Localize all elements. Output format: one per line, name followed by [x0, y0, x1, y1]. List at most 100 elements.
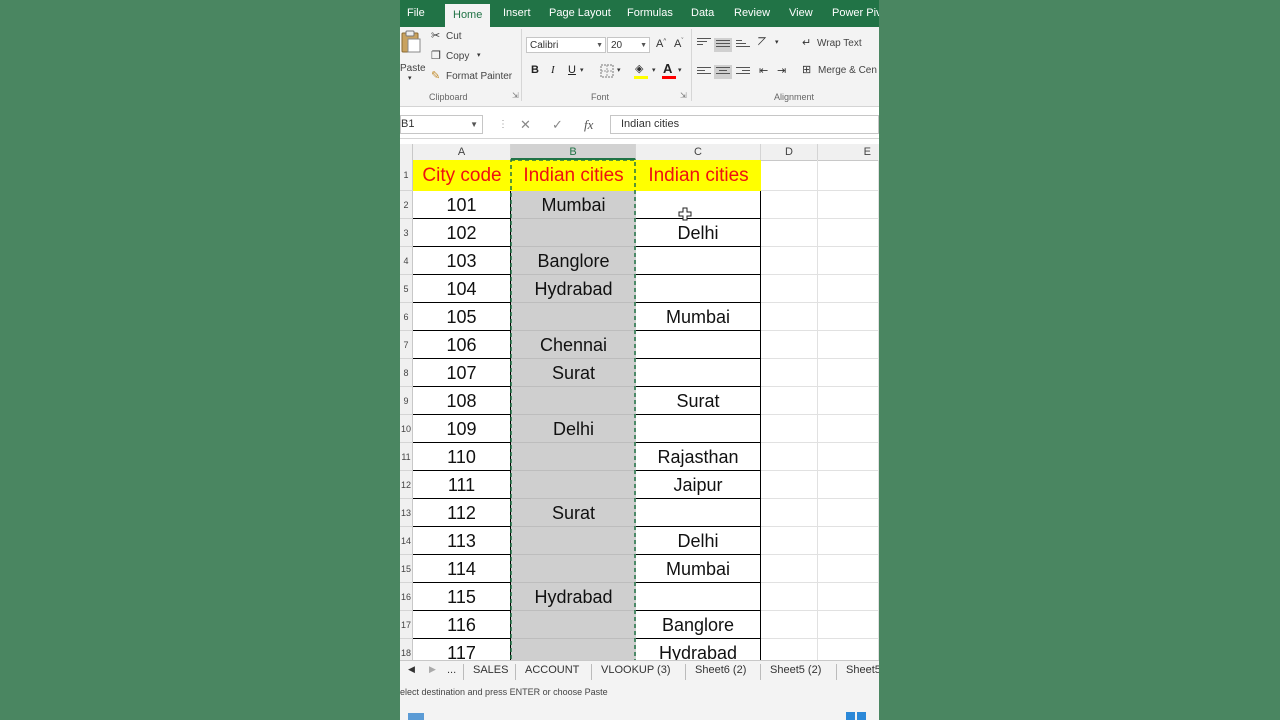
- cell-d[interactable]: [761, 275, 818, 303]
- cell-a[interactable]: City code: [413, 160, 511, 191]
- decrease-indent-icon[interactable]: ⇤: [759, 64, 768, 77]
- cell-c[interactable]: [636, 415, 761, 443]
- enter-formula-button[interactable]: ✓: [552, 117, 563, 133]
- cell-e[interactable]: [818, 303, 879, 331]
- cell-e[interactable]: [818, 160, 879, 191]
- dialog-launcher-icon[interactable]: ⇲: [512, 91, 519, 100]
- sheet-tab-account[interactable]: ACCOUNT: [525, 664, 579, 676]
- row-header[interactable]: 4: [400, 247, 413, 275]
- cell-a[interactable]: 108: [413, 387, 511, 415]
- sheet-tab-sheet5-2[interactable]: Sheet5 (2): [770, 664, 821, 676]
- cell-d[interactable]: [761, 583, 818, 611]
- cell-c[interactable]: [636, 331, 761, 359]
- cancel-formula-button[interactable]: ✕: [520, 117, 531, 133]
- cell-c[interactable]: Jaipur: [636, 471, 761, 499]
- cell-a[interactable]: 106: [413, 331, 511, 359]
- cell-e[interactable]: [818, 247, 879, 275]
- cell-c[interactable]: Hydrabad: [636, 639, 761, 660]
- row-header[interactable]: 15: [400, 555, 413, 583]
- cell-a[interactable]: 104: [413, 275, 511, 303]
- cell-e[interactable]: [818, 191, 879, 219]
- align-left-icon[interactable]: [697, 67, 711, 77]
- chevron-down-icon[interactable]: ▾: [580, 66, 584, 74]
- bold-button[interactable]: B: [531, 64, 539, 76]
- scroll-right-icon[interactable]: ▶: [429, 664, 436, 675]
- row-header[interactable]: 13: [400, 499, 413, 527]
- cell-e[interactable]: [818, 499, 879, 527]
- cell-e[interactable]: [818, 471, 879, 499]
- cell-c[interactable]: [636, 583, 761, 611]
- row-header[interactable]: 11: [400, 443, 413, 471]
- cell-d[interactable]: [761, 331, 818, 359]
- paste-button[interactable]: Paste ▾: [400, 30, 426, 85]
- cell-e[interactable]: [818, 219, 879, 247]
- font-name-select[interactable]: Calibri ▼: [526, 37, 606, 53]
- cell-c[interactable]: [636, 499, 761, 527]
- font-size-select[interactable]: 20 ▼: [607, 37, 650, 53]
- cell-d[interactable]: [761, 247, 818, 275]
- cell-e[interactable]: [818, 275, 879, 303]
- cell-d[interactable]: [761, 191, 818, 219]
- cell-a[interactable]: 116: [413, 611, 511, 639]
- tab-formulas[interactable]: Formulas: [627, 7, 673, 19]
- cell-c[interactable]: [636, 191, 761, 219]
- row-header[interactable]: 7: [400, 331, 413, 359]
- cell-a[interactable]: 102: [413, 219, 511, 247]
- cell-d[interactable]: [761, 160, 818, 191]
- cell-a[interactable]: 107: [413, 359, 511, 387]
- cell-c[interactable]: Banglore: [636, 611, 761, 639]
- tab-home[interactable]: Home: [445, 4, 491, 27]
- font-color-button[interactable]: A: [662, 61, 676, 79]
- row-header[interactable]: 8: [400, 359, 413, 387]
- sheet-tab-more[interactable]: ...: [447, 664, 456, 676]
- cell-d[interactable]: [761, 415, 818, 443]
- cell-e[interactable]: [818, 639, 879, 660]
- cell-d[interactable]: [761, 527, 818, 555]
- cell-a[interactable]: 113: [413, 527, 511, 555]
- cell-a[interactable]: 109: [413, 415, 511, 443]
- sheet-tab-sheet6-2[interactable]: Sheet6 (2): [695, 664, 746, 676]
- cell-d[interactable]: [761, 611, 818, 639]
- cell-c[interactable]: Surat: [636, 387, 761, 415]
- cell-a[interactable]: 105: [413, 303, 511, 331]
- column-header-d[interactable]: D: [761, 144, 818, 160]
- cell-c[interactable]: [636, 247, 761, 275]
- cell-c[interactable]: [636, 275, 761, 303]
- tab-power-pivot[interactable]: Power Pivo: [832, 7, 879, 19]
- cell-c[interactable]: Mumbai: [636, 303, 761, 331]
- align-middle-icon[interactable]: [714, 38, 732, 52]
- column-header-a[interactable]: A: [413, 144, 511, 160]
- cell-d[interactable]: [761, 359, 818, 387]
- borders-icon[interactable]: [600, 64, 614, 78]
- row-header[interactable]: 2: [400, 191, 413, 219]
- cell-e[interactable]: [818, 359, 879, 387]
- italic-button[interactable]: I: [551, 64, 555, 76]
- cell-e[interactable]: [818, 331, 879, 359]
- cell-c[interactable]: [636, 359, 761, 387]
- cell-a[interactable]: 110: [413, 443, 511, 471]
- cell-a[interactable]: 115: [413, 583, 511, 611]
- cell-a[interactable]: 103: [413, 247, 511, 275]
- cell-d[interactable]: [761, 639, 818, 660]
- formula-input[interactable]: Indian cities: [610, 115, 879, 134]
- fill-color-button[interactable]: ◈: [634, 62, 650, 80]
- cell-d[interactable]: [761, 443, 818, 471]
- row-header[interactable]: 12: [400, 471, 413, 499]
- cell-e[interactable]: [818, 611, 879, 639]
- cell-c[interactable]: Indian cities: [636, 160, 761, 191]
- scroll-left-icon[interactable]: ◀: [408, 664, 415, 675]
- cell-a[interactable]: 112: [413, 499, 511, 527]
- select-all-corner[interactable]: [400, 144, 413, 160]
- align-center-icon[interactable]: [714, 65, 732, 79]
- align-bottom-icon[interactable]: [736, 40, 750, 50]
- cell-e[interactable]: [818, 387, 879, 415]
- sheet-tab-sales[interactable]: SALES: [473, 664, 508, 676]
- row-header[interactable]: 5: [400, 275, 413, 303]
- cell-c[interactable]: Mumbai: [636, 555, 761, 583]
- row-header[interactable]: 3: [400, 219, 413, 247]
- increase-indent-icon[interactable]: ⇥: [777, 64, 786, 77]
- cell-e[interactable]: [818, 527, 879, 555]
- spreadsheet-grid[interactable]: A B C D E 1 City code Indian cities Indian …: [400, 144, 879, 660]
- chevron-down-icon[interactable]: ▾: [775, 38, 779, 46]
- cell-c[interactable]: Delhi: [636, 219, 761, 247]
